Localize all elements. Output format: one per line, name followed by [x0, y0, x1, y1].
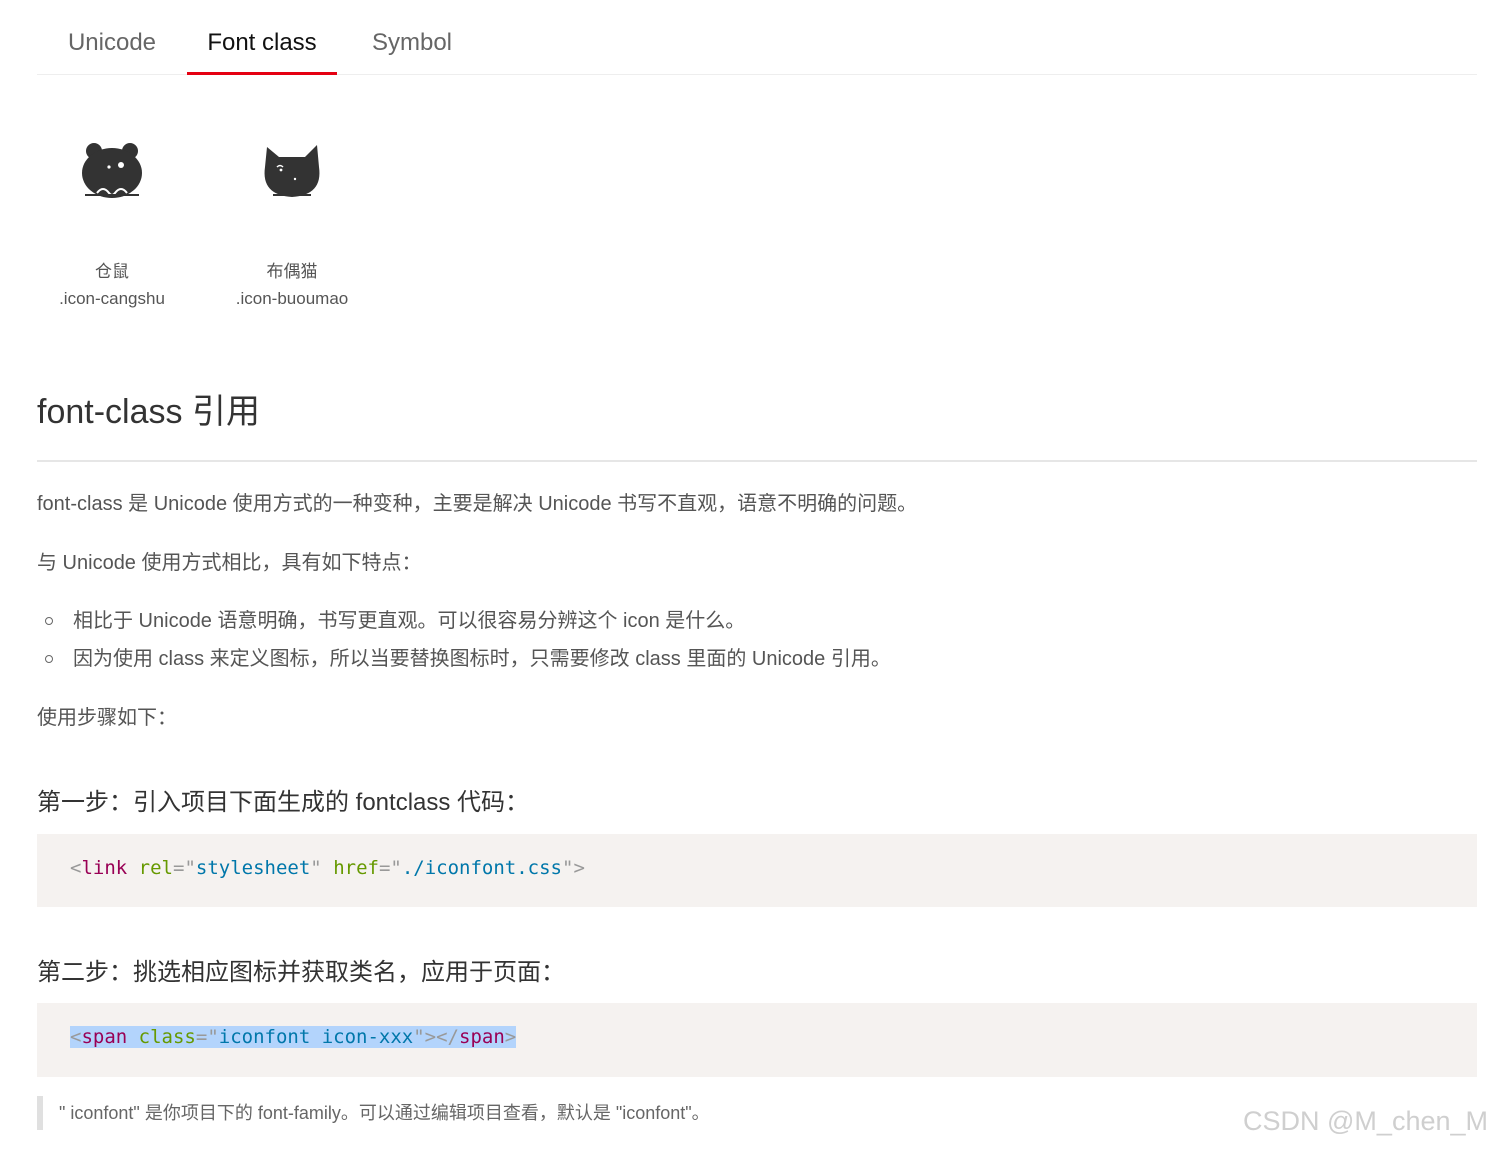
icon-name: 布偶猫	[266, 262, 318, 281]
code-punct: "></	[413, 1026, 459, 1048]
feature-item: 相比于 Unicode 语意明确，书写更直观。可以很容易分辨这个 icon 是什…	[73, 610, 746, 632]
step1-title: 第一步：引入项目下面生成的 fontclass 代码：	[37, 789, 530, 816]
hamster-icon	[22, 120, 202, 220]
code-punct: <	[70, 1026, 82, 1048]
code-block-span: <span class="iconfont icon-xxx"></span>	[37, 1003, 1477, 1077]
icon-class-name: .icon-buoumao	[235, 289, 349, 308]
code-value: stylesheet	[195, 857, 311, 879]
tab-unicode[interactable]: Unicode	[37, 0, 187, 74]
code-line[interactable]: <link rel="stylesheet" href="./iconfont.…	[70, 857, 585, 879]
code-punct: ="	[195, 1026, 219, 1048]
code-punct: ">	[562, 857, 585, 879]
watermark: CSDN @M_chen_M	[1243, 1106, 1488, 1136]
code-value: iconfont icon-xxx	[218, 1026, 414, 1048]
tab-font-class[interactable]: Font class	[187, 0, 337, 75]
code-attr: class	[138, 1026, 196, 1048]
icon-class-name: .icon-cangshu	[59, 289, 165, 308]
code-punct: "	[310, 857, 322, 879]
bullet-icon	[45, 617, 53, 625]
code-attr: rel	[138, 857, 173, 879]
code-line[interactable]: <span class="iconfont icon-xxx"></span>	[70, 1026, 517, 1048]
step2-title: 第二步：挑选相应图标并获取类名，应用于页面：	[37, 959, 565, 986]
code-tag: span	[459, 1026, 505, 1048]
icon-card-buoumao: 布偶猫 .icon-buoumao	[202, 120, 382, 312]
code-punct: >	[504, 1026, 517, 1048]
intro-paragraph: font-class 是 Unicode 使用方式的一种变种，主要是解决 Uni…	[37, 493, 918, 515]
compare-paragraph: 与 Unicode 使用方式相比，具有如下特点：	[37, 552, 422, 574]
icon-name: 仓鼠	[95, 262, 129, 281]
code-block-link: <link rel="stylesheet" href="./iconfont.…	[37, 834, 1477, 907]
feature-item: 因为使用 class 来定义图标，所以当要替换图标时，只需要修改 class 里…	[73, 648, 891, 670]
bullet-icon	[45, 655, 53, 663]
code-attr: href	[333, 857, 379, 879]
icon-card-cangshu: 仓鼠 .icon-cangshu	[22, 120, 202, 312]
code-punct: ="	[378, 857, 402, 879]
code-tag: span	[81, 1026, 128, 1048]
note-blockquote: " iconfont" 是你项目下的 font-family。可以通过编辑项目查…	[37, 1096, 710, 1130]
section-title: font-class 引用	[37, 393, 260, 431]
tab-symbol[interactable]: Symbol	[337, 0, 487, 74]
code-value: ./iconfont.css	[401, 857, 562, 879]
text-selection[interactable]: <span class="iconfont icon-xxx"></span>	[70, 1026, 517, 1048]
code-punct: ="	[173, 857, 196, 879]
ragdoll-cat-icon	[202, 120, 382, 220]
tab-bar: Unicode Font class Symbol	[37, 0, 1477, 75]
divider	[37, 460, 1477, 462]
code-tag: link	[81, 857, 128, 879]
code-punct: <	[70, 857, 82, 879]
steps-intro: 使用步骤如下：	[37, 707, 177, 729]
